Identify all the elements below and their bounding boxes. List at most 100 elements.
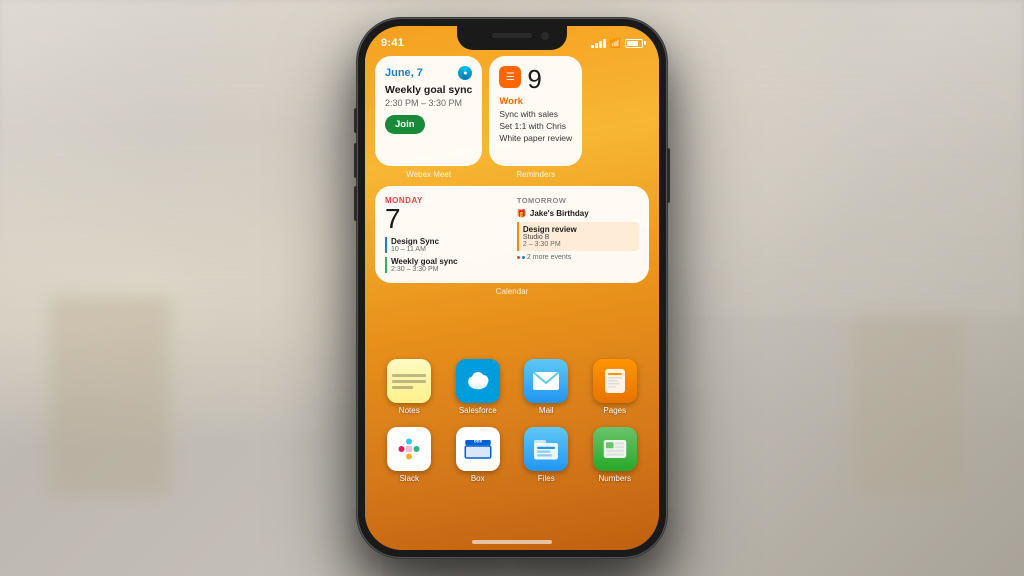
files-label: Files	[538, 474, 555, 483]
webex-widget-card: June, 7 ● Weekly goal sync 2:30 PM – 3:3…	[375, 56, 482, 166]
salesforce-svg	[463, 366, 493, 396]
more-dot-1	[517, 256, 520, 259]
webex-event-title: Weekly goal sync	[385, 84, 472, 98]
numbers-icon	[593, 427, 637, 471]
slack-app[interactable]: Slack	[387, 427, 431, 483]
calendar-day-num: 7	[385, 205, 507, 233]
notes-app[interactable]: Notes	[387, 359, 431, 415]
calendar-left: MONDAY 7 Design Sync 10 – 11 AM Weekly g…	[385, 196, 507, 273]
numbers-label: Numbers	[599, 474, 631, 483]
calendar-event-1: Design Sync 10 – 11 AM	[385, 237, 507, 253]
numbers-app[interactable]: Numbers	[593, 427, 637, 483]
reminders-category: Work	[499, 96, 572, 107]
svg-text:box: box	[474, 438, 482, 443]
salesforce-app[interactable]: Salesforce	[456, 359, 500, 415]
box-app[interactable]: box Box	[456, 427, 500, 483]
pages-svg	[601, 367, 629, 395]
pages-label: Pages	[603, 406, 626, 415]
reminder-item-2: Set 1:1 with Chris	[499, 121, 572, 133]
webex-date: June, 7	[385, 67, 423, 79]
mail-app[interactable]: Mail	[524, 359, 568, 415]
calendar-day-name: MONDAY	[385, 196, 507, 205]
webex-widget: June, 7 ● Weekly goal sync 2:30 PM – 3:3…	[375, 56, 482, 179]
status-time: 9:41	[381, 37, 404, 49]
calendar-tomorrow-event-time: 2 – 3:30 PM	[523, 241, 635, 248]
notes-line-1	[392, 374, 426, 377]
files-app[interactable]: Files	[524, 427, 568, 483]
slack-svg	[394, 434, 424, 464]
power-button	[667, 148, 670, 203]
mute-button	[354, 108, 357, 133]
phone-wrapper: 9:41 📶	[357, 18, 667, 558]
battery-icon	[625, 39, 643, 48]
notes-icon	[387, 359, 431, 403]
webex-widget-label: Webex Meet	[375, 170, 482, 179]
reminders-count: 9	[527, 66, 541, 92]
calendar-event-1-time: 10 – 11 AM	[391, 246, 507, 253]
notes-line-2	[392, 380, 426, 383]
more-events-row: 2 more events	[517, 254, 639, 261]
calendar-widget-card: MONDAY 7 Design Sync 10 – 11 AM Weekly g…	[375, 186, 649, 283]
join-button[interactable]: Join	[385, 115, 425, 134]
reminder-item-1: Sync with sales	[499, 109, 572, 121]
volume-down-button	[354, 186, 357, 221]
webex-logo: ●	[458, 66, 472, 80]
salesforce-label: Salesforce	[459, 406, 497, 415]
status-icons: 📶	[591, 38, 643, 49]
mail-icon	[524, 359, 568, 403]
calendar-event-1-title: Design Sync	[391, 237, 507, 246]
calendar-event-2-title: Weekly goal sync	[391, 257, 507, 266]
home-indicator[interactable]	[472, 540, 552, 544]
calendar-widget-label: Calendar	[375, 287, 649, 296]
birthday-icon: 🎁	[517, 209, 527, 218]
notes-line-3	[392, 386, 412, 389]
birthday-row: 🎁 Jake's Birthday	[517, 209, 639, 218]
speaker	[492, 33, 532, 38]
box-label: Box	[471, 474, 485, 483]
screen-content: 9:41 📶	[365, 26, 659, 550]
app-row-1: Notes	[375, 359, 649, 415]
birthday-text: Jake's Birthday	[530, 209, 589, 218]
app-icons-area: Notes	[375, 359, 649, 495]
slack-icon	[387, 427, 431, 471]
calendar-tomorrow-label: TOMORROW	[517, 196, 639, 205]
calendar-tomorrow-event-sub: Studio B	[523, 234, 635, 241]
notes-label: Notes	[399, 406, 420, 415]
reminders-icon-symbol: ☰	[506, 72, 515, 83]
volume-up-button	[354, 143, 357, 178]
box-icon: box	[456, 427, 500, 471]
pages-icon	[593, 359, 637, 403]
calendar-widget: MONDAY 7 Design Sync 10 – 11 AM Weekly g…	[375, 186, 649, 296]
app-row-2: Slack box	[375, 427, 649, 483]
slack-label: Slack	[399, 474, 419, 483]
reminders-widget: ☰ 9 Work Sync with sales Set 1:1 with Ch…	[489, 56, 582, 179]
calendar-event-2: Weekly goal sync 2:30 – 3:30 PM	[385, 257, 507, 273]
pages-app[interactable]: Pages	[593, 359, 637, 415]
signal-icon	[591, 39, 606, 48]
calendar-right: TOMORROW 🎁 Jake's Birthday Design review…	[517, 196, 639, 273]
files-svg	[531, 434, 561, 464]
mail-label: Mail	[539, 406, 554, 415]
reminders-header: ☰ 9	[499, 66, 572, 92]
numbers-svg	[600, 434, 630, 464]
phone-screen: 9:41 📶	[365, 26, 659, 550]
webex-date-header: June, 7 ●	[385, 66, 472, 80]
calendar-event-2-time: 2:30 – 3:30 PM	[391, 266, 507, 273]
files-icon	[524, 427, 568, 471]
reminders-icon: ☰	[499, 66, 521, 88]
notch	[457, 26, 567, 50]
phone-device: 9:41 📶	[357, 18, 667, 558]
more-dot-2	[522, 256, 525, 259]
wifi-icon: 📶	[610, 38, 621, 49]
webex-event-time: 2:30 PM – 3:30 PM	[385, 98, 472, 108]
calendar-tomorrow-event: Design review Studio B 2 – 3:30 PM	[517, 222, 639, 251]
reminder-item-3: White paper review	[499, 133, 572, 145]
salesforce-icon	[456, 359, 500, 403]
reminders-widget-label: Reminders	[489, 170, 582, 179]
camera	[541, 32, 549, 40]
widgets-area: June, 7 ● Weekly goal sync 2:30 PM – 3:3…	[375, 56, 649, 296]
more-events-text: 2 more events	[527, 254, 571, 261]
calendar-tomorrow-event-title: Design review	[523, 225, 635, 234]
widget-row-1: June, 7 ● Weekly goal sync 2:30 PM – 3:3…	[375, 56, 649, 179]
box-svg: box	[463, 434, 493, 464]
